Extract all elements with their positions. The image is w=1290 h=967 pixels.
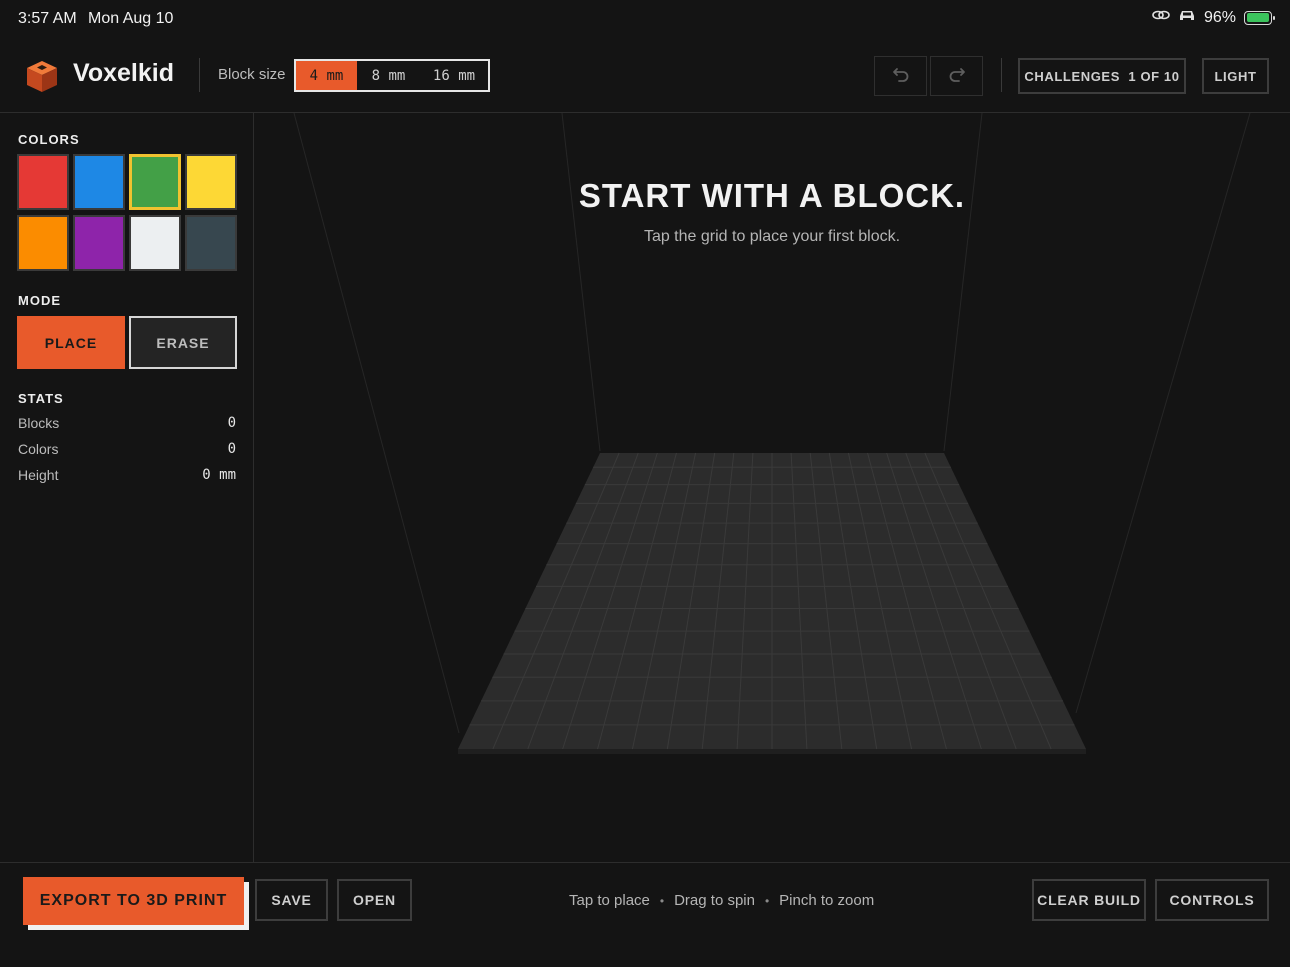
place-mode-button[interactable]: PLACE [17, 316, 125, 369]
app-header: Voxelkid Block size 4 mm 8 mm 16 mm CHAL… [0, 40, 1290, 113]
challenges-progress: 1 OF 10 [1128, 68, 1180, 84]
block-size-selector: 4 mm 8 mm 16 mm [294, 59, 490, 92]
stage-svg [293, 113, 1251, 754]
bottom-toolbar: EXPORT TO 3D PRINT SAVE OPEN Tap to plac… [0, 862, 1290, 967]
battery-icon [1244, 10, 1275, 25]
stat-height: Height 0 mm [18, 467, 236, 483]
hint-tap: Tap to place [569, 892, 650, 909]
block-size-4mm[interactable]: 4 mm [296, 61, 357, 90]
export-3d-print-button[interactable]: EXPORT TO 3D PRINT [23, 877, 244, 925]
battery-level [1246, 13, 1269, 22]
hint-separator: • [659, 893, 665, 908]
gesture-hints: Tap to place • Drag to spin • Pinch to z… [569, 892, 874, 909]
stat-blocks: Blocks 0 [18, 415, 236, 431]
color-swatch-yellow[interactable] [185, 154, 237, 210]
color-swatch-red[interactable] [17, 154, 69, 210]
build-canvas[interactable]: START WITH A BLOCK. Tap the grid to plac… [254, 113, 1290, 862]
undo-icon [892, 66, 910, 87]
stat-value: 0 [227, 415, 236, 431]
save-button[interactable]: SAVE [255, 879, 328, 921]
mode-title: MODE [18, 293, 61, 308]
sidebar: COLORS MODE PLACE ERASE STATS Blocks 0 C… [0, 113, 254, 862]
color-swatch-green[interactable] [129, 154, 181, 210]
redo-icon [948, 66, 966, 87]
challenges-label: CHALLENGES [1024, 68, 1120, 84]
color-swatch-orange[interactable] [17, 215, 69, 271]
color-swatch-slate[interactable] [185, 215, 237, 271]
build-plate-edge [458, 749, 1086, 754]
car-icon [1178, 8, 1196, 27]
status-right: 96% [1152, 8, 1275, 27]
erase-mode-button[interactable]: ERASE [129, 316, 237, 369]
color-swatch-white[interactable] [129, 215, 181, 271]
hint-separator: • [764, 893, 770, 908]
stat-label: Blocks [18, 415, 60, 431]
clear-build-button[interactable]: CLEAR BUILD [1032, 879, 1146, 921]
empty-state-subtitle: Tap the grid to place your first block. [643, 228, 901, 245]
link-icon [1152, 8, 1170, 27]
open-button[interactable]: OPEN [337, 879, 412, 921]
hint-drag: Drag to spin [674, 892, 755, 909]
status-bar: 3:57 AM Mon Aug 10 96% [0, 0, 1290, 40]
challenges-button[interactable]: CHALLENGES 1 OF 10 [1018, 58, 1186, 94]
color-swatch-purple[interactable] [73, 215, 125, 271]
redo-button[interactable] [930, 56, 983, 96]
stat-value: 0 mm [202, 467, 236, 483]
controls-button[interactable]: CONTROLS [1155, 879, 1269, 921]
block-size-8mm[interactable]: 8 mm [357, 61, 420, 90]
cube-logo-icon [24, 58, 60, 94]
header-divider-2 [1001, 58, 1002, 92]
block-size-label: Block size [218, 66, 286, 83]
app-name: Voxelkid [73, 59, 174, 87]
colors-title: COLORS [18, 132, 80, 147]
hint-pinch: Pinch to zoom [779, 892, 875, 909]
block-size-16mm[interactable]: 16 mm [420, 61, 488, 90]
empty-state-title: START WITH A BLOCK. [578, 177, 966, 214]
stat-label: Colors [18, 441, 59, 457]
stat-colors: Colors 0 [18, 441, 236, 457]
stat-label: Height [18, 467, 59, 483]
theme-toggle-button[interactable]: LIGHT [1202, 58, 1269, 94]
status-time: 3:57 AM [18, 10, 77, 27]
battery-percent: 96% [1203, 8, 1236, 26]
header-divider [199, 58, 200, 92]
status-date: Mon Aug 10 [88, 10, 174, 27]
color-swatch-blue[interactable] [73, 154, 125, 210]
undo-button[interactable] [874, 56, 927, 96]
stat-value: 0 [227, 441, 236, 457]
stats-title: STATS [18, 391, 64, 406]
